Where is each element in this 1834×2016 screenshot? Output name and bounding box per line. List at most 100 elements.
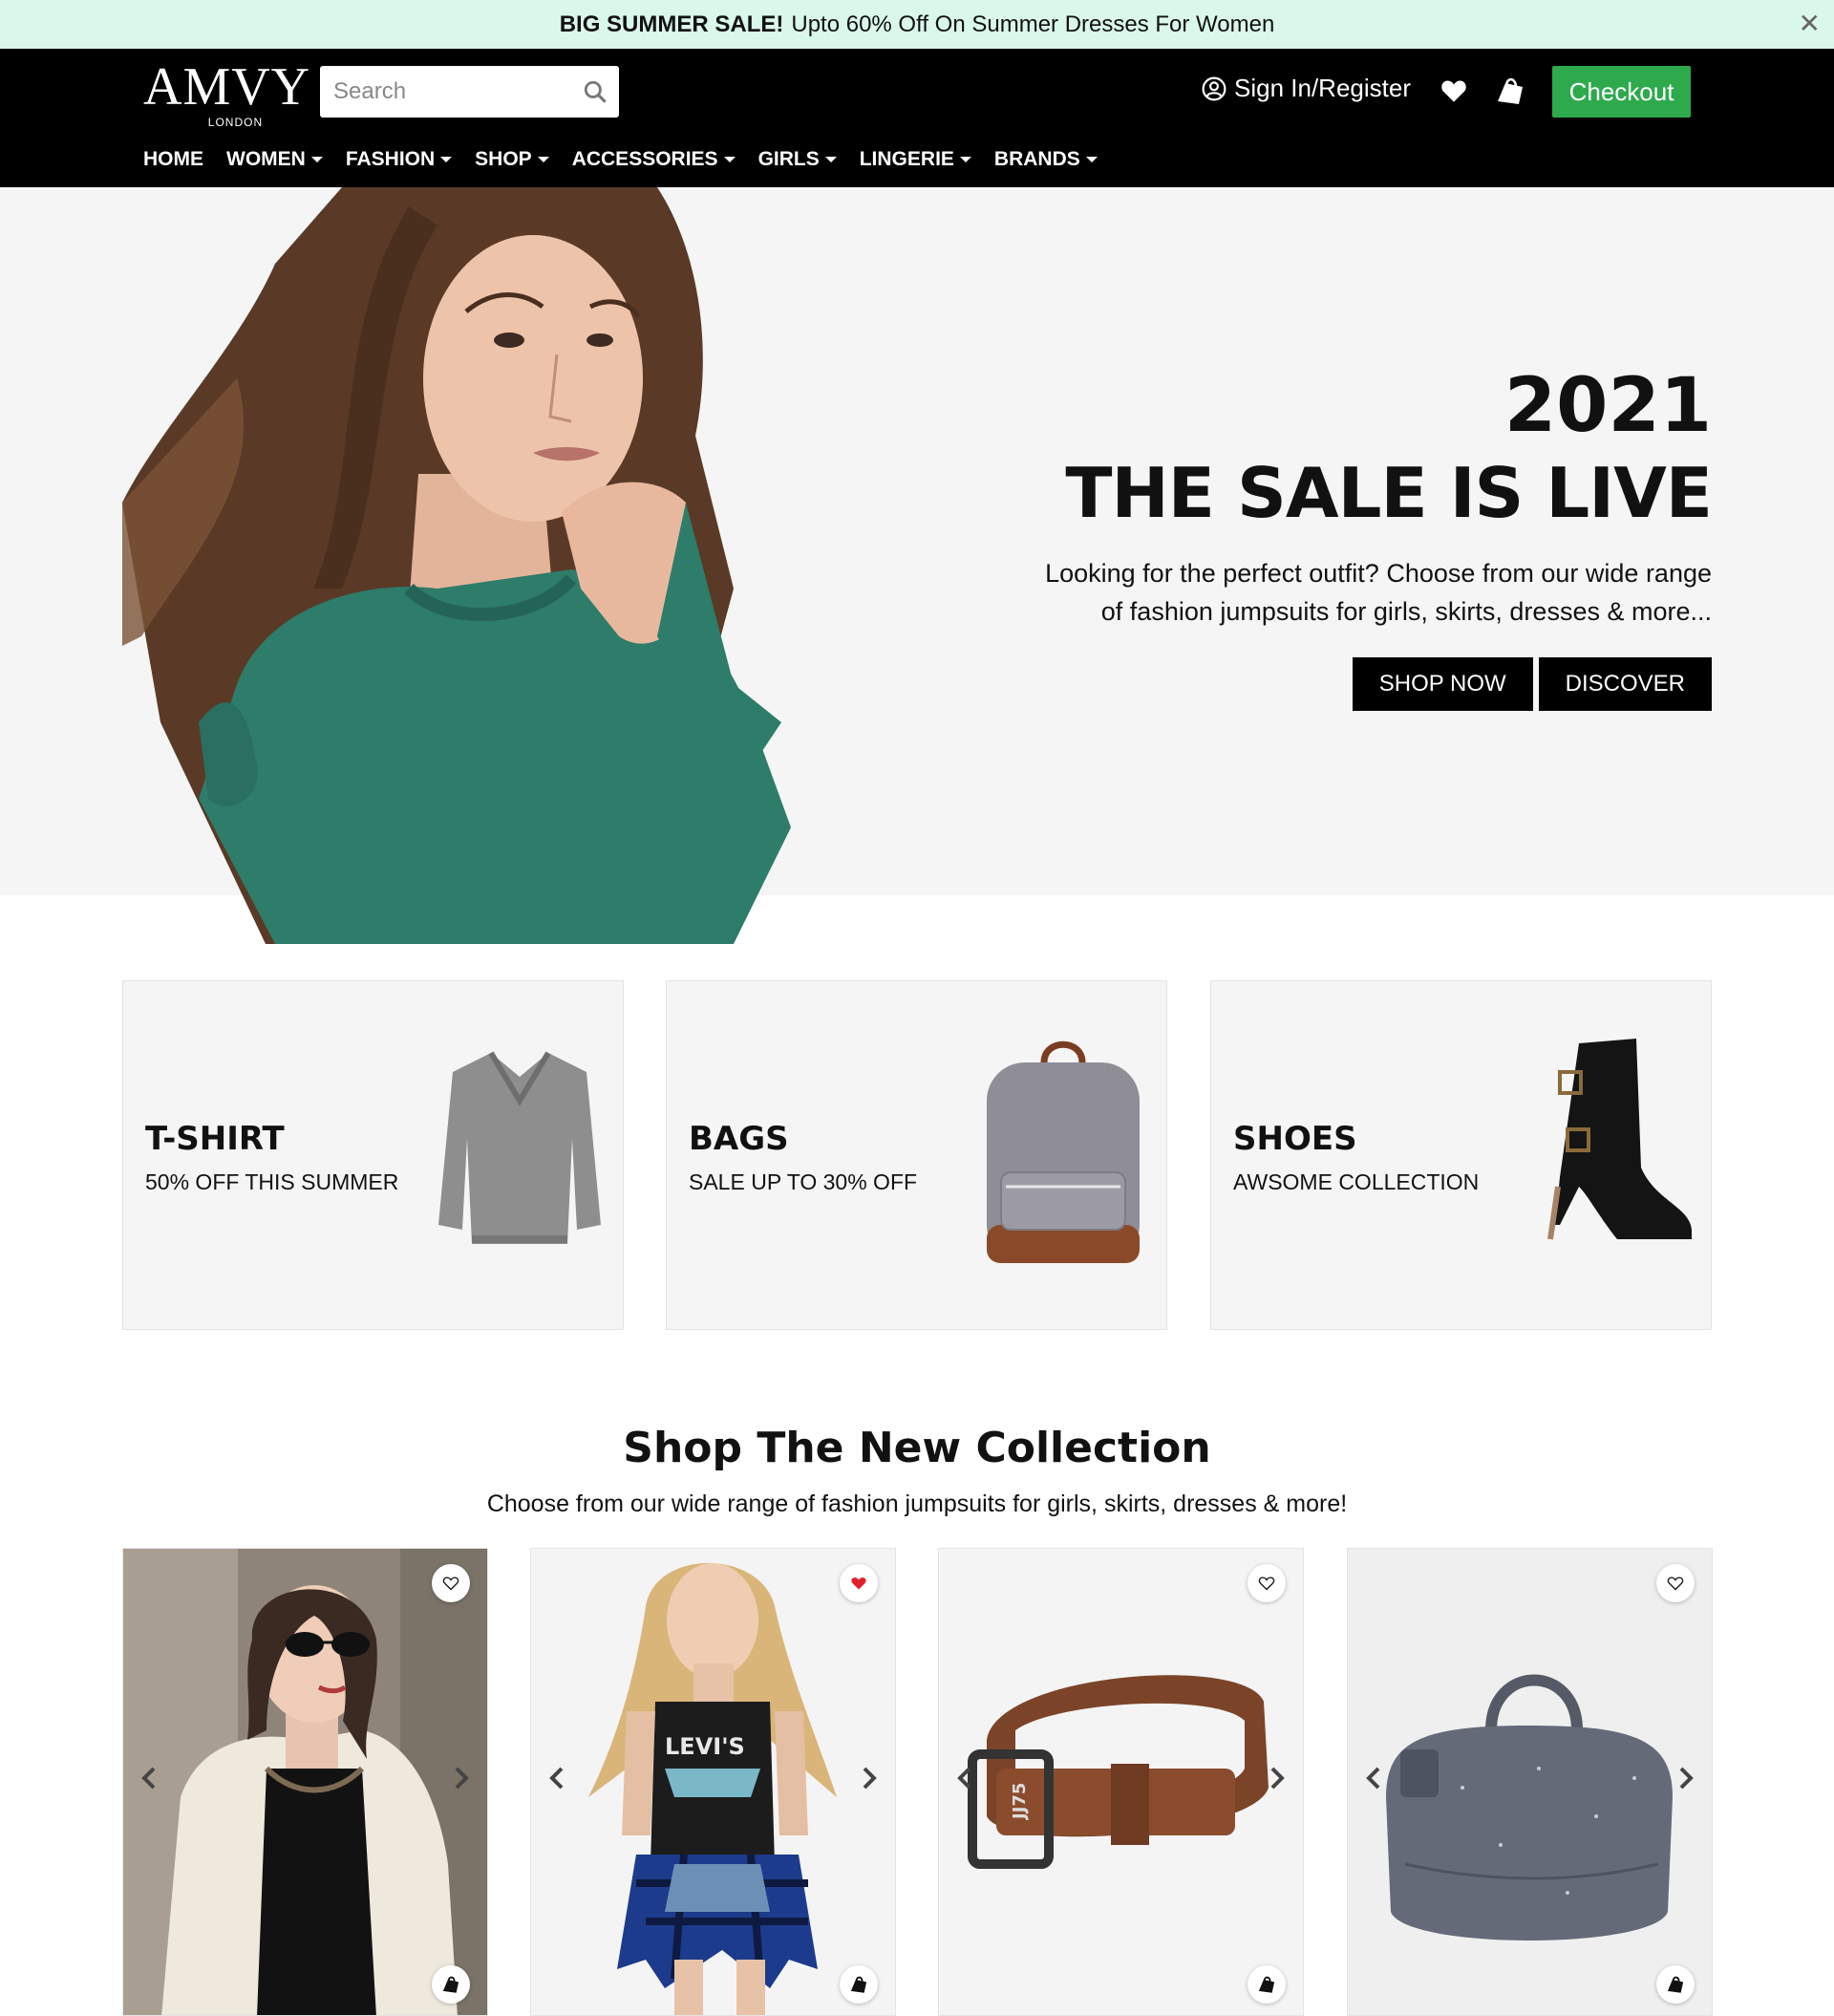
chevron-right-icon — [863, 1767, 877, 1790]
category-card-tshirt[interactable]: T-SHIRT 50% OFF THIS SUMMER — [122, 980, 624, 1330]
chevron-left-icon — [549, 1767, 564, 1790]
product-image — [1348, 1549, 1712, 2015]
svg-text:JJ75: JJ75 — [1010, 1783, 1030, 1821]
signin-label: Sign In/Register — [1234, 74, 1411, 102]
add-to-cart-button[interactable] — [840, 1965, 878, 2004]
nav-item-accessories[interactable]: ACCESSORIES — [572, 148, 736, 171]
backpack-image — [987, 1040, 1140, 1263]
tshirt-image — [438, 1051, 601, 1244]
nav-item-label: HOME — [143, 148, 203, 170]
hero-title: THE SALE IS LIVE — [1065, 453, 1713, 533]
announcement-bar: BIG SUMMER SALE! Upto 60% Off On Summer … — [0, 0, 1834, 49]
nav-item-label: LINGERIE — [859, 148, 954, 170]
wishlist-button[interactable] — [1656, 1564, 1695, 1602]
search-box — [320, 66, 619, 118]
announcement-bold: BIG SUMMER SALE! — [559, 11, 784, 37]
collection-title: Shop The New Collection — [623, 1424, 1211, 1472]
product-image — [123, 1549, 487, 2015]
add-to-cart-button[interactable] — [1248, 1965, 1286, 2004]
checkout-button[interactable]: Checkout — [1552, 66, 1691, 118]
caret-down-icon — [1085, 157, 1098, 162]
nav-item-women[interactable]: WOMEN — [226, 148, 323, 171]
signin-link[interactable]: Sign In/Register — [1202, 74, 1411, 103]
nav-item-label: ACCESSORIES — [571, 148, 718, 170]
category-subtitle: 50% OFF THIS SUMMER — [145, 1169, 399, 1194]
nav-item-fashion[interactable]: FASHION — [345, 148, 453, 171]
caret-down-icon — [440, 157, 453, 162]
category-title: SHOES — [1233, 1120, 1357, 1158]
wishlist-button[interactable] — [1248, 1564, 1286, 1602]
shopping-bag-icon[interactable] — [1494, 75, 1526, 106]
nav-item-home[interactable]: HOME — [143, 148, 203, 171]
nav-item-label: FASHION — [345, 148, 436, 170]
nav-item-label: BRANDS — [993, 148, 1080, 170]
shopping-bag-icon — [1667, 1976, 1684, 1993]
heart-filled-icon — [851, 1577, 866, 1590]
product-card[interactable]: LEVI'S — [530, 1548, 896, 2016]
product-card[interactable]: JJ75 — [938, 1548, 1304, 2016]
nav-item-lingerie[interactable]: LINGERIE — [860, 148, 971, 171]
svg-text:LEVI'S: LEVI'S — [665, 1733, 745, 1760]
hero-description: Looking for the perfect outfit? Choose f… — [852, 554, 1712, 631]
hero-desc-line: Looking for the perfect outfit? Choose f… — [1045, 559, 1712, 588]
close-icon[interactable]: ✕ — [1799, 10, 1821, 38]
category-text: BAGS SALE UP TO 30% OFF — [689, 1120, 917, 1195]
site-header: AMVY LONDON Sign In/Register Checkout HO… — [0, 49, 1834, 187]
product-image: LEVI'S — [531, 1549, 895, 2015]
caret-down-icon — [959, 157, 971, 162]
nav-item-shop[interactable]: SHOP — [475, 148, 549, 171]
chevron-right-icon — [455, 1767, 469, 1790]
nav-item-brands[interactable]: BRANDS — [994, 148, 1098, 171]
prev-image-button[interactable] — [543, 1759, 571, 1797]
chevron-left-icon — [957, 1767, 971, 1790]
shopping-bag-icon — [1258, 1976, 1275, 1993]
product-card[interactable] — [122, 1548, 488, 2016]
chevron-left-icon — [141, 1767, 156, 1790]
hero-model-image — [122, 187, 886, 944]
product-card[interactable] — [1347, 1548, 1713, 2016]
shopping-bag-icon — [442, 1976, 459, 1993]
heart-icon[interactable] — [1440, 78, 1467, 103]
category-subtitle: SALE UP TO 30% OFF — [689, 1169, 918, 1194]
collection-subtitle: Choose from our wide range of fashion ju… — [486, 1491, 1348, 1517]
wishlist-button[interactable] — [432, 1564, 470, 1602]
prev-image-button[interactable] — [1359, 1759, 1388, 1797]
search-input[interactable] — [320, 68, 568, 116]
logo-word: AMVY — [143, 57, 311, 117]
announcement-text: Upto 60% Off On Summer Dresses For Women — [791, 11, 1275, 37]
nav-item-girls[interactable]: GIRLS — [758, 148, 837, 171]
discover-button[interactable]: DISCOVER — [1538, 657, 1712, 711]
caret-down-icon — [824, 157, 837, 162]
main-nav: HOME WOMEN FASHION SHOP ACCESSORIES GIRL… — [143, 148, 1120, 171]
add-to-cart-button[interactable] — [432, 1965, 470, 2004]
next-image-button[interactable] — [447, 1759, 476, 1797]
chevron-right-icon — [1270, 1767, 1285, 1790]
heart-outline-icon — [1258, 1576, 1275, 1591]
heart-outline-icon — [442, 1576, 459, 1591]
next-image-button[interactable] — [1672, 1759, 1700, 1797]
caret-down-icon — [537, 157, 549, 162]
caret-down-icon — [723, 157, 736, 162]
prev-image-button[interactable] — [950, 1759, 979, 1797]
next-image-button[interactable] — [855, 1759, 884, 1797]
category-subtitle: AWSOME COLLECTION — [1233, 1169, 1480, 1194]
hero-year: 2021 — [1503, 363, 1712, 449]
category-title: T-SHIRT — [145, 1120, 285, 1158]
category-card-shoes[interactable]: SHOES AWSOME COLLECTION — [1210, 980, 1712, 1330]
logo[interactable]: AMVY LONDON — [143, 60, 310, 129]
prev-image-button[interactable] — [135, 1759, 163, 1797]
user-icon — [1202, 76, 1226, 100]
wishlist-button[interactable] — [840, 1564, 878, 1602]
heart-outline-icon — [1667, 1576, 1684, 1591]
next-image-button[interactable] — [1263, 1759, 1291, 1797]
category-text: SHOES AWSOME COLLECTION — [1233, 1120, 1479, 1195]
product-image: JJ75 — [939, 1549, 1303, 2015]
search-icon[interactable] — [583, 79, 608, 104]
chevron-right-icon — [1679, 1767, 1694, 1790]
category-card-bags[interactable]: BAGS SALE UP TO 30% OFF — [666, 980, 1167, 1330]
hero-text: 2021 THE SALE IS LIVE Looking for the pe… — [852, 363, 1713, 711]
shop-now-button[interactable]: SHOP NOW — [1352, 657, 1533, 711]
caret-down-icon — [310, 157, 323, 162]
add-to-cart-button[interactable] — [1656, 1965, 1695, 2004]
nav-item-label: SHOP — [475, 148, 532, 170]
